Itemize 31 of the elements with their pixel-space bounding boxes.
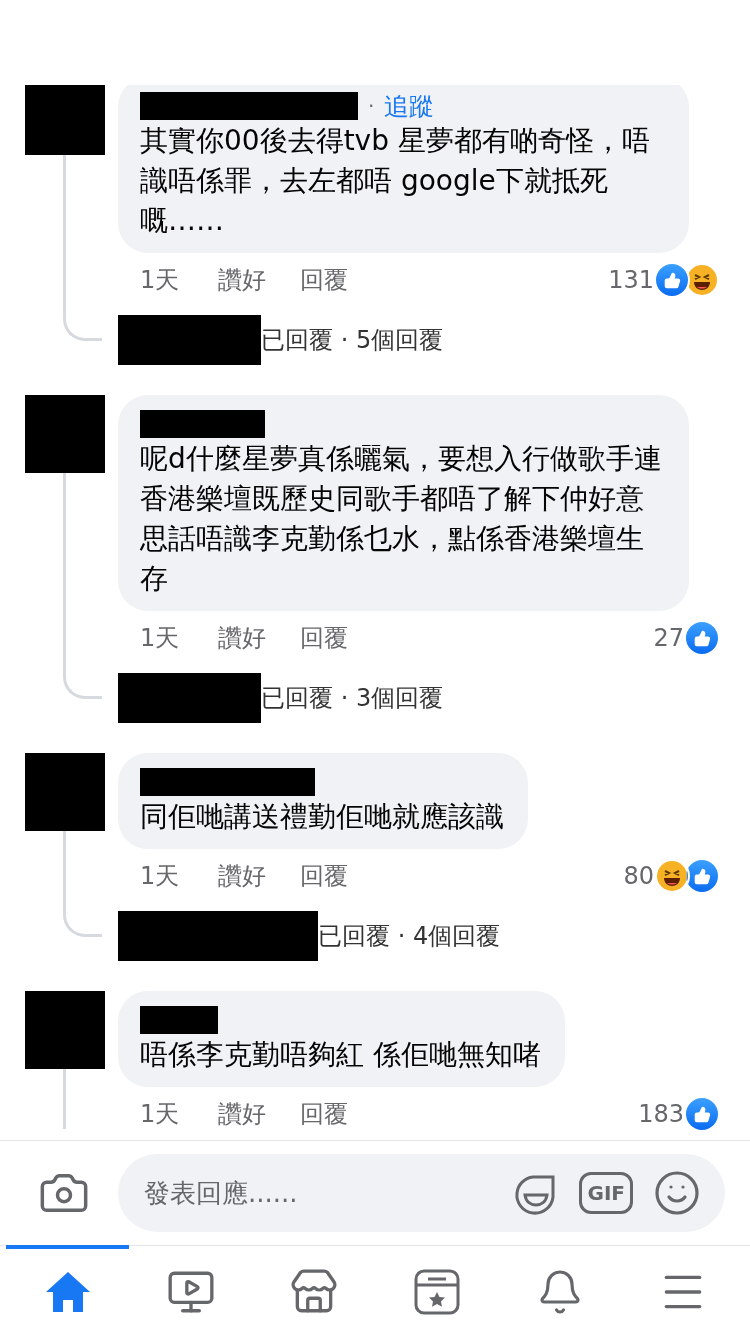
emoji-icon[interactable] — [653, 1169, 701, 1217]
reaction-count: 131 — [608, 266, 654, 294]
like-button[interactable]: 讚好 — [218, 622, 266, 654]
replies-link[interactable]: 已回覆 · 3個回覆 — [261, 682, 444, 714]
laughing-face-icon — [657, 861, 687, 891]
replies-link[interactable]: 已回覆 · 4個回覆 — [318, 920, 501, 952]
comment-text: 呢d什麼星夢真係曬氣，要想入行做歌手連香港樂壇既歷史同歌手都唔了解下仲好意思話唔識李克勤係乜水，點係香港樂壇生存 — [140, 441, 663, 597]
reply-button[interactable]: 回覆 — [300, 1098, 348, 1130]
like-button[interactable]: 讚好 — [218, 264, 266, 296]
reply-button[interactable]: 回覆 — [300, 860, 348, 892]
comment-time: 1天 — [140, 1099, 181, 1130]
gif-button[interactable]: GIF — [579, 1172, 633, 1214]
reply-button[interactable]: 回覆 — [300, 622, 348, 654]
comment-text: 唔係李克勤唔夠紅 係佢哋無知啫 — [140, 1037, 541, 1073]
comment-text: 其實你00後去得tvb 星夢都有啲奇怪，唔識唔係罪，去左都唔 google下就抵死嘅…… — [140, 123, 651, 239]
comment-time: 1天 — [140, 623, 181, 654]
reaction-count: 80 — [623, 862, 654, 890]
reaction-count: 183 — [638, 1100, 684, 1128]
comment-input-field[interactable]: 發表回應...... GIF — [118, 1154, 725, 1232]
follow-link[interactable]: 追蹤 — [384, 89, 435, 123]
laughing-face-icon — [687, 265, 717, 295]
comment-time: 1天 — [140, 861, 181, 892]
reply-button[interactable]: 回覆 — [300, 264, 348, 296]
reaction-count: 27 — [653, 624, 684, 652]
separator-dot: · — [368, 94, 375, 118]
star-calendar-icon — [413, 1268, 460, 1315]
replies-link[interactable]: 已回覆 · 5個回覆 — [261, 324, 444, 356]
comment-time: 1天 — [140, 265, 181, 296]
comment-text: 同佢哋講送禮勤佢哋就應該識 — [140, 799, 504, 835]
like-button[interactable]: 讚好 — [218, 1098, 266, 1130]
like-button[interactable]: 讚好 — [218, 860, 266, 892]
